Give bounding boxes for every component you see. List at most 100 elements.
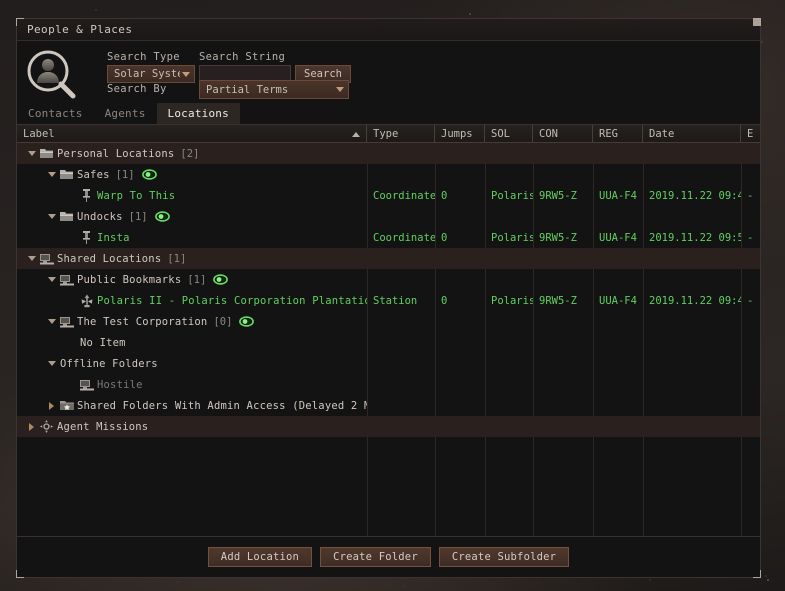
admin-folder-icon <box>58 395 75 416</box>
table-row[interactable]: The Test Corporation [0] <box>17 311 760 332</box>
table-row[interactable]: Warp To ThisCoordinate0Polaris9RW5-ZUUA-… <box>17 185 760 206</box>
table-row[interactable]: Agent Missions <box>17 416 760 437</box>
row-label: Hostile <box>97 379 143 391</box>
column-header-sol[interactable]: SOL <box>485 125 533 142</box>
cell-date: 2019.11.22 09:52 <box>643 232 741 244</box>
table-row[interactable]: Public Bookmarks[1] <box>17 269 760 290</box>
cell-label: Agent Missions <box>17 416 367 437</box>
column-header-type[interactable]: Type <box>367 125 435 142</box>
window-corner-bottom-right <box>753 570 761 578</box>
column-header-con[interactable]: CON <box>533 125 593 142</box>
table-row[interactable]: Hostile <box>17 374 760 395</box>
row-count-badge: [1] <box>167 253 186 265</box>
column-header-reg[interactable]: REG <box>593 125 643 142</box>
column-header-label: CON <box>539 128 558 140</box>
table-row[interactable]: Safes[1] <box>17 164 760 185</box>
table-row[interactable]: No Item <box>17 332 760 353</box>
search-panel: Search Type Solar System Search String S… <box>17 41 760 103</box>
cell-reg: UUA-F4 <box>593 190 643 202</box>
search-by-dropdown[interactable]: Partial Terms <box>199 80 349 99</box>
visibility-eye-icon[interactable] <box>213 274 228 285</box>
cell-type: Coordinate <box>367 190 435 202</box>
footer-button-bar: Add Location Create Folder Create Subfolde… <box>17 537 760 577</box>
cell-sol: Polaris <box>485 232 533 244</box>
search-by-value: Partial Terms <box>206 84 330 96</box>
table-column-header: LabelTypeJumps SOL CON REGDate E <box>17 125 760 143</box>
window-titlebar[interactable]: People & Places <box>17 19 760 41</box>
search-type-dropdown[interactable]: Solar System <box>107 65 195 83</box>
table-row[interactable]: Polaris II - Polaris Corporation Plantat… <box>17 290 760 311</box>
tree-collapse-toggle[interactable] <box>45 311 58 332</box>
cell-label: Personal Locations[2] <box>17 143 367 164</box>
search-string-label: Search String <box>199 51 285 63</box>
tree-collapse-toggle[interactable] <box>45 269 58 290</box>
table-row[interactable]: Offline Folders <box>17 353 760 374</box>
tree-toggle-spacer <box>65 290 78 311</box>
row-label: Polaris II - Polaris Corporation Plantat… <box>97 295 367 307</box>
tree-collapse-toggle[interactable] <box>25 248 38 269</box>
window-title: People & Places <box>27 23 132 36</box>
cell-label: The Test Corporation [0] <box>17 311 367 332</box>
folder-icon <box>58 164 75 185</box>
people-and-places-window: People & Places <box>16 18 761 578</box>
agent-mission-icon <box>38 416 55 437</box>
row-count-badge: [0] <box>213 316 232 328</box>
create-subfolder-button[interactable]: Create Subfolder <box>439 547 569 567</box>
cell-type: Station <box>367 295 435 307</box>
table-row[interactable]: InstaCoordinate0Polaris9RW5-ZUUA-F42019.… <box>17 227 760 248</box>
folder-icon <box>38 143 55 164</box>
person-magnifier-icon <box>24 49 80 105</box>
cell-label: Offline Folders <box>17 353 367 374</box>
cell-con: 9RW5-Z <box>533 190 593 202</box>
cell-sol: Polaris <box>485 190 533 202</box>
add-location-button[interactable]: Add Location <box>208 547 312 567</box>
sort-ascending-icon <box>352 132 360 137</box>
column-header-exp[interactable]: E <box>741 125 760 142</box>
column-header-label[interactable]: Label <box>17 125 367 142</box>
tab-locations[interactable]: Locations <box>157 103 240 124</box>
column-header-label: SOL <box>491 128 510 140</box>
cell-label: Undocks[1] <box>17 206 367 227</box>
table-row[interactable]: Shared Folders With Admin Access (Delaye… <box>17 395 760 416</box>
row-label: The Test Corporation <box>77 316 207 328</box>
table-row[interactable]: Personal Locations[2] <box>17 143 760 164</box>
shared-folder-icon <box>58 269 75 290</box>
tree-collapse-toggle[interactable] <box>45 164 58 185</box>
tree-toggle-spacer <box>65 185 78 206</box>
create-folder-button[interactable]: Create Folder <box>320 547 431 567</box>
cell-exp: - <box>741 295 760 307</box>
column-header-label: E <box>747 128 753 140</box>
row-label: Shared Folders With Admin Access (Delaye… <box>77 400 367 412</box>
row-label: Personal Locations <box>57 148 174 160</box>
window-corner-top-right <box>753 18 761 26</box>
folder-icon <box>58 206 75 227</box>
visibility-eye-icon[interactable] <box>142 169 157 180</box>
tab-agents[interactable]: Agents <box>94 103 157 124</box>
row-label: No Item <box>80 337 126 349</box>
row-label: Safes <box>77 169 110 181</box>
table-row[interactable]: Undocks[1] <box>17 206 760 227</box>
tree-expand-toggle[interactable] <box>45 395 58 416</box>
cell-label: Hostile <box>17 374 367 395</box>
column-header-date[interactable]: Date <box>643 125 741 142</box>
locations-table: LabelTypeJumps SOL CON REGDate E Personal Lo… <box>17 125 760 537</box>
cell-label: Shared Locations[1] <box>17 248 367 269</box>
tree-toggle-spacer <box>65 227 78 248</box>
tree-collapse-toggle[interactable] <box>45 206 58 227</box>
visibility-eye-icon[interactable] <box>239 316 254 327</box>
table-row[interactable]: Shared Locations[1] <box>17 248 760 269</box>
cell-con: 9RW5-Z <box>533 295 593 307</box>
visibility-eye-icon[interactable] <box>155 211 170 222</box>
tree-toggle-spacer <box>65 332 78 353</box>
chevron-down-icon <box>182 72 190 77</box>
window-corner-bottom-left <box>16 570 24 578</box>
cell-jumps: 0 <box>435 232 485 244</box>
cell-label: Shared Folders With Admin Access (Delaye… <box>17 395 367 416</box>
tree-collapse-toggle[interactable] <box>45 353 58 374</box>
tree-expand-toggle[interactable] <box>25 416 38 437</box>
tab-contacts[interactable]: Contacts <box>17 103 94 124</box>
row-label: Undocks <box>77 211 123 223</box>
tree-collapse-toggle[interactable] <box>25 143 38 164</box>
cell-label: Polaris II - Polaris Corporation Plantat… <box>17 290 367 311</box>
column-header-jumps[interactable]: Jumps <box>435 125 485 142</box>
